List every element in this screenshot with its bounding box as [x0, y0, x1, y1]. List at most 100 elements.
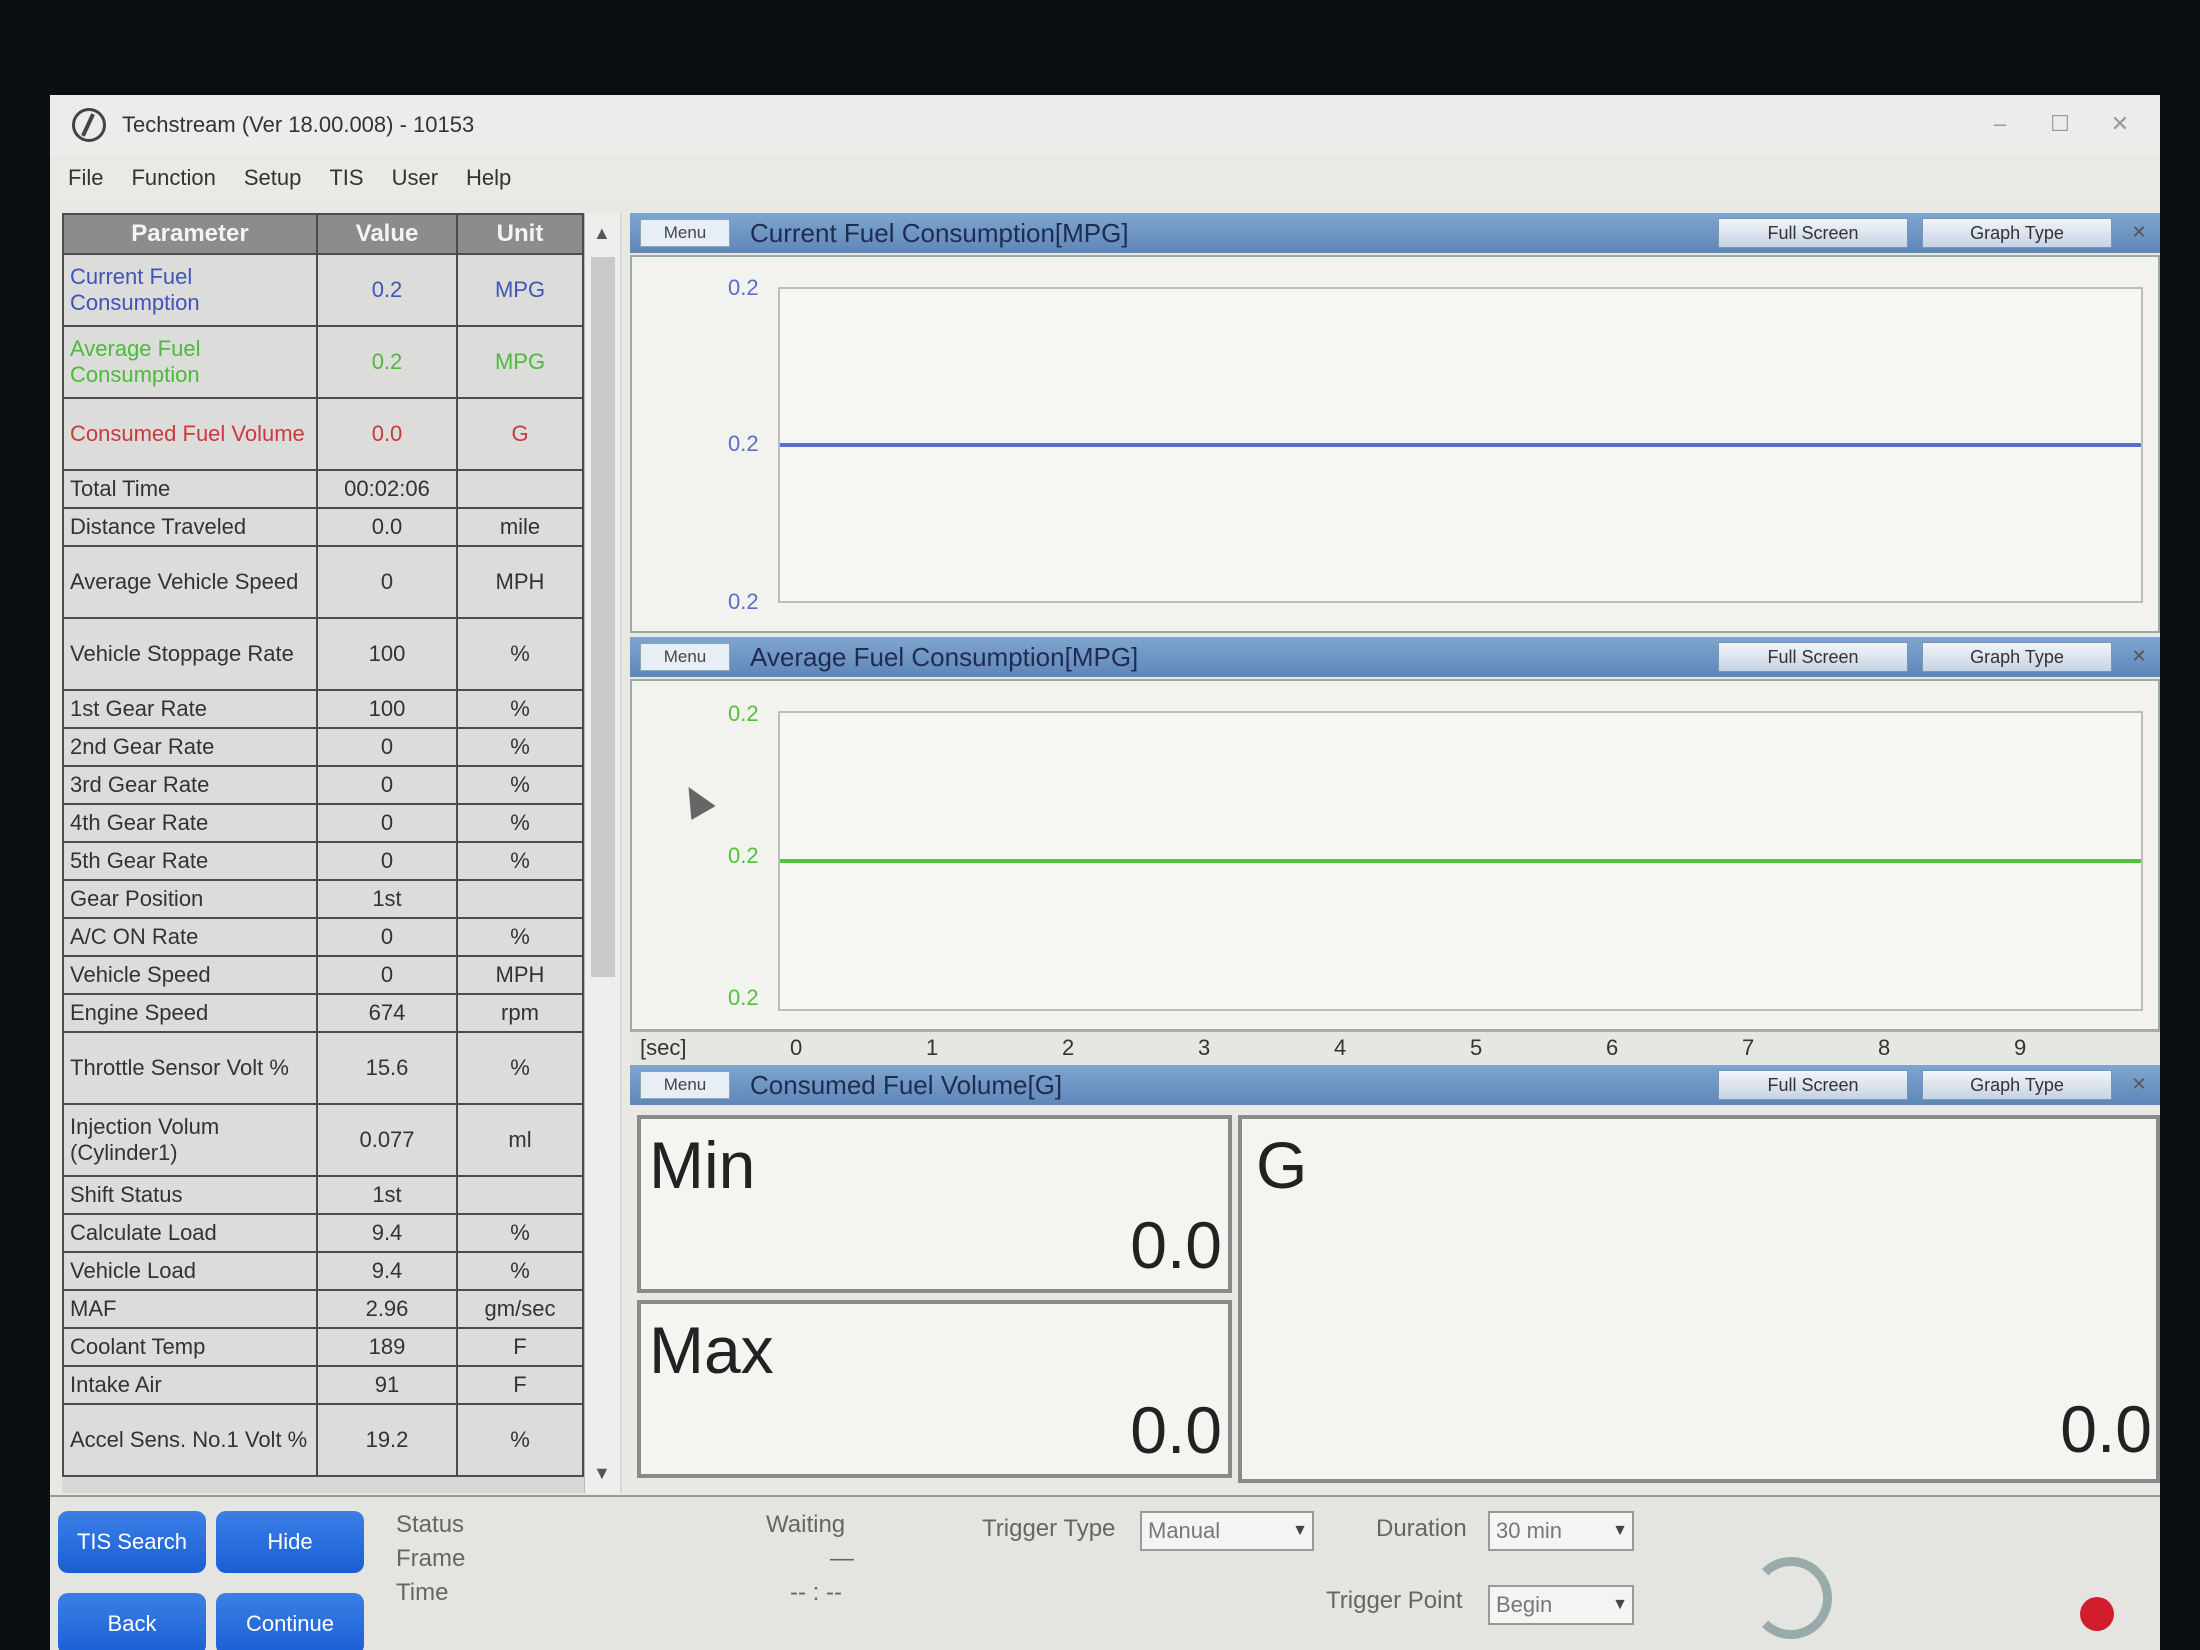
parameter-value: 674: [316, 993, 458, 1033]
min-value-box: Min 0.0: [637, 1115, 1232, 1293]
parameter-row[interactable]: Average Fuel Consumption 0.2 MPG: [62, 325, 584, 399]
parameter-name: Total Time: [62, 469, 318, 509]
maximize-icon[interactable]: ☐: [2040, 109, 2080, 139]
scroll-down-icon[interactable]: ▼: [593, 1463, 611, 1484]
time-axis-tick: 1: [926, 1035, 939, 1060]
average-fuel-series-line: [780, 859, 2141, 863]
parameter-row[interactable]: Average Vehicle Speed 0 MPH: [62, 545, 584, 619]
refresh-icon[interactable]: [1750, 1557, 1832, 1639]
parameter-row[interactable]: 3rd Gear Rate 0%: [62, 765, 584, 805]
parameter-value: 0.077: [316, 1103, 458, 1177]
parameter-row[interactable]: 2nd Gear Rate 0%: [62, 727, 584, 767]
current-graph-y-label-top: 0.2: [728, 275, 759, 300]
current-graph-menu-button[interactable]: Menu: [640, 219, 730, 247]
average-graph-menu-button[interactable]: Menu: [640, 643, 730, 671]
parameter-unit: G: [456, 397, 584, 471]
parameter-row[interactable]: 5th Gear Rate 0%: [62, 841, 584, 881]
menu-function[interactable]: Function: [131, 165, 215, 191]
consumed-panel-graph-type-button[interactable]: Graph Type: [1922, 1070, 2112, 1100]
parameter-value: 0: [316, 955, 458, 995]
parameter-unit: F: [456, 1365, 584, 1405]
parameter-unit: %: [456, 1031, 584, 1105]
current-graph-close-icon[interactable]: ✕: [2126, 218, 2152, 248]
continue-button[interactable]: Continue: [216, 1593, 364, 1650]
parameter-row[interactable]: 1st Gear Rate 100%: [62, 689, 584, 729]
parameter-row[interactable]: 4th Gear Rate 0%: [62, 803, 584, 843]
parameter-value: 15.6: [316, 1031, 458, 1105]
menu-tis[interactable]: TIS: [329, 165, 363, 191]
consumed-panel-close-icon[interactable]: ✕: [2126, 1070, 2152, 1100]
duration-select[interactable]: 30 min ▼: [1488, 1511, 1634, 1551]
scroll-up-icon[interactable]: ▲: [593, 223, 611, 244]
parameter-row[interactable]: Accel Sens. No.1 Volt % 19.2%: [62, 1403, 584, 1477]
menu-user[interactable]: User: [392, 165, 438, 191]
minimize-icon[interactable]: –: [1980, 109, 2020, 139]
parameter-name: Shift Status: [62, 1175, 318, 1215]
parameter-value: 9.4: [316, 1251, 458, 1291]
parameter-unit: ml: [456, 1103, 584, 1177]
parameter-row[interactable]: Vehicle Speed 0 MPH: [62, 955, 584, 995]
status-bar: TIS Search Hide Back Continue Status Fra…: [50, 1495, 2160, 1650]
consumed-panel-full-screen-button[interactable]: Full Screen: [1718, 1070, 1908, 1100]
parameter-panel: Parameter Value Unit Current Fuel Consum…: [62, 213, 622, 1493]
scrollbar-thumb[interactable]: [591, 257, 615, 977]
consumed-panel-menu-button[interactable]: Menu: [640, 1071, 730, 1099]
trigger-type-select[interactable]: Manual ▼: [1140, 1511, 1314, 1551]
parameter-row[interactable]: Calculate Load 9.4%: [62, 1213, 584, 1253]
parameter-name: Coolant Temp: [62, 1327, 318, 1367]
min-value: 0.0: [1130, 1208, 1222, 1282]
parameter-row[interactable]: Intake Air 91 F: [62, 1365, 584, 1405]
record-icon[interactable]: [2080, 1597, 2114, 1631]
current-graph-full-screen-button[interactable]: Full Screen: [1718, 218, 1908, 248]
parameter-scrollbar[interactable]: ▲ ▼: [584, 213, 620, 1493]
title-bar: Techstream (Ver 18.00.008) - 10153 – ☐ ✕: [50, 95, 2160, 155]
parameter-row[interactable]: MAF 2.96 gm/sec: [62, 1289, 584, 1329]
chevron-down-icon: ▼: [1612, 1522, 1628, 1539]
parameter-row[interactable]: Total Time 00:02:06: [62, 469, 584, 509]
average-graph-y-label-top: 0.2: [728, 701, 759, 726]
close-icon[interactable]: ✕: [2100, 109, 2140, 139]
parameter-name: Average Fuel Consumption: [62, 325, 318, 399]
app-logo-icon: [72, 108, 106, 142]
parameter-row[interactable]: Injection Volum (Cylinder1) 0.077 ml: [62, 1103, 584, 1177]
tis-search-button[interactable]: TIS Search: [58, 1511, 206, 1573]
menu-file[interactable]: File: [68, 165, 103, 191]
parameter-value: 0: [316, 803, 458, 843]
parameter-value: 100: [316, 617, 458, 691]
parameter-name: Average Vehicle Speed: [62, 545, 318, 619]
parameter-row[interactable]: Distance Traveled 0.0 mile: [62, 507, 584, 547]
column-header-value[interactable]: Value: [316, 213, 458, 255]
parameter-row[interactable]: Vehicle Stoppage Rate 100%: [62, 617, 584, 691]
parameter-row[interactable]: Current Fuel Consumption 0.2 MPG: [62, 253, 584, 327]
parameter-unit: MPH: [456, 545, 584, 619]
parameter-row[interactable]: A/C ON Rate 0%: [62, 917, 584, 957]
parameter-row[interactable]: Coolant Temp 189 F: [62, 1327, 584, 1367]
parameter-row[interactable]: Throttle Sensor Volt % 15.6%: [62, 1031, 584, 1105]
average-graph-close-icon[interactable]: ✕: [2126, 642, 2152, 672]
current-graph-type-button[interactable]: Graph Type: [1922, 218, 2112, 248]
parameter-row[interactable]: Vehicle Load 9.4%: [62, 1251, 584, 1291]
parameter-name: Gear Position: [62, 879, 318, 919]
hide-button[interactable]: Hide: [216, 1511, 364, 1573]
parameter-value: 1st: [316, 879, 458, 919]
time-axis-tick: 2: [1062, 1035, 1075, 1060]
trigger-point-select[interactable]: Begin ▼: [1488, 1585, 1634, 1625]
techstream-window: Techstream (Ver 18.00.008) - 10153 – ☐ ✕…: [50, 95, 2160, 1650]
menu-setup[interactable]: Setup: [244, 165, 302, 191]
parameter-name: Accel Sens. No.1 Volt %: [62, 1403, 318, 1477]
parameter-row[interactable]: Engine Speed 674 rpm: [62, 993, 584, 1033]
parameter-name: Engine Speed: [62, 993, 318, 1033]
time-axis-unit-label: [sec]: [640, 1035, 687, 1060]
column-header-parameter[interactable]: Parameter: [62, 213, 318, 255]
menu-help[interactable]: Help: [466, 165, 511, 191]
parameter-unit: mile: [456, 507, 584, 547]
parameter-name: A/C ON Rate: [62, 917, 318, 957]
column-header-unit[interactable]: Unit: [456, 213, 584, 255]
parameter-row[interactable]: Gear Position 1st: [62, 879, 584, 919]
min-label: Min: [649, 1128, 756, 1202]
parameter-row[interactable]: Consumed Fuel Volume 0.0 G: [62, 397, 584, 471]
parameter-row[interactable]: Shift Status 1st: [62, 1175, 584, 1215]
average-graph-full-screen-button[interactable]: Full Screen: [1718, 642, 1908, 672]
back-button[interactable]: Back: [58, 1593, 206, 1650]
average-graph-type-button[interactable]: Graph Type: [1922, 642, 2112, 672]
